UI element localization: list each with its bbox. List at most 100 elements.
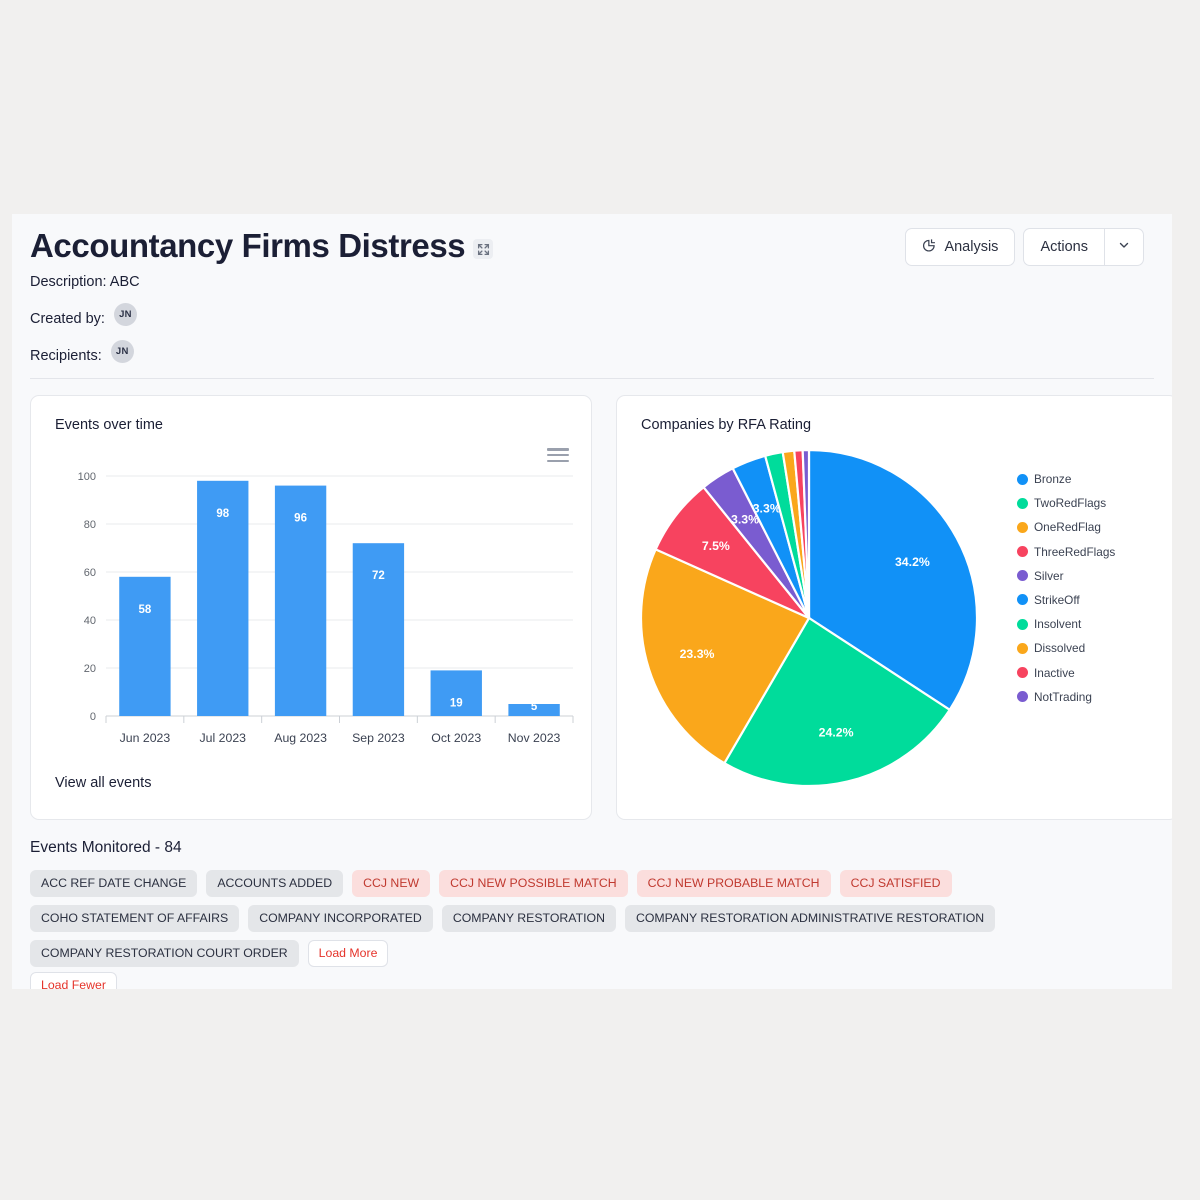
legend-label: Bronze	[1034, 472, 1072, 486]
events-over-time-card: Events over time 0 20 40 60 80 100 58 Jun 2023 9…	[30, 395, 592, 820]
x-axis-label: Aug 2023	[274, 731, 327, 745]
legend-item[interactable]: StrikeOff	[1017, 593, 1115, 607]
legend-label: Insolvent	[1034, 617, 1082, 632]
legend-color-dot	[1017, 618, 1028, 630]
legend-item[interactable]: Bronze	[1017, 472, 1115, 486]
legend-item[interactable]: Dissolved	[1017, 641, 1115, 655]
event-tag[interactable]: ACCOUNTS ADDED	[206, 870, 344, 897]
legend-label: ThreeRedFlags	[1034, 544, 1116, 559]
legend-color-dot	[1017, 594, 1028, 606]
legend-color-dot	[1017, 667, 1028, 678]
event-tag[interactable]: COMPANY RESTORATION	[441, 905, 616, 932]
legend-item[interactable]: Insolvent	[1017, 617, 1115, 631]
event-tag[interactable]: COHO STATEMENT OF AFFAIRS	[30, 905, 240, 932]
legend-color-dot	[1017, 691, 1028, 703]
report-header: Accountancy Firms Distress Description: …	[12, 214, 1172, 365]
y-axis-tick: 60	[84, 567, 96, 579]
bar	[352, 543, 405, 716]
legend-color-dot	[1017, 546, 1028, 558]
chevron-down-icon	[1118, 239, 1130, 255]
legend-label: Silver	[1034, 568, 1064, 583]
y-axis-tick: 80	[84, 519, 96, 531]
events-monitored-section: Events Monitored - 84 ACC REF DATE CHANG…	[30, 839, 1150, 989]
pie-chart-svg: 34.2%24.2%23.3%7.5%3.3%3.3%	[639, 448, 979, 788]
pie-legend: Bronze TwoRedFlags OneRedFlag ThreeRedFlags…	[1017, 472, 1115, 704]
pie-data-label: 34.2%	[895, 555, 930, 569]
event-tag[interactable]: CCJ NEW POSSIBLE MATCH	[439, 870, 628, 897]
tags-footer: Load Fewer	[30, 972, 1150, 989]
event-tag-list: ACC REF DATE CHANGE ACCOUNTS ADDED CCJ NEW…	[30, 870, 1105, 967]
avatar[interactable]: JN	[113, 303, 137, 327]
analysis-button[interactable]: Analysis	[905, 228, 1016, 266]
expand-icon[interactable]	[473, 239, 494, 260]
description-text: Description: ABC	[30, 274, 140, 291]
x-axis-label: Nov 2023	[508, 731, 561, 745]
charts-row: Events over time 0 20 40 60 80 100 58 Jun 2023 9…	[30, 395, 1172, 820]
actions-button[interactable]: Actions	[1023, 228, 1104, 266]
event-tag[interactable]: COMPANY RESTORATION COURT ORDER	[30, 940, 299, 967]
analysis-button-label: Analysis	[944, 239, 999, 255]
y-axis-tick: 0	[90, 711, 96, 723]
legend-item[interactable]: NotTrading	[1017, 690, 1115, 704]
pie-chart-area: 34.2% 24.2% 23.3% 7.5% 3.3% 3.3% Bronze TwoRed…	[617, 434, 1172, 804]
legend-item[interactable]: ThreeRedFlags	[1017, 545, 1115, 559]
actions-dropdown-toggle[interactable]	[1104, 228, 1144, 266]
legend-color-dot	[1017, 473, 1028, 485]
actions-button-label: Actions	[1040, 239, 1088, 255]
hamburger-menu-icon[interactable]	[547, 446, 569, 464]
legend-color-dot	[1017, 642, 1028, 654]
bar-data-label: 5	[531, 701, 538, 713]
header-actions: Analysis Actions	[905, 228, 1144, 266]
events-monitored-title: Events Monitored - 84	[30, 839, 182, 856]
legend-item[interactable]: Inactive	[1017, 666, 1115, 680]
bar-chart-svg: 0 20 40 60 80 100 58 Jun 2023 98 Jul 2023 96 Aug 20…	[78, 471, 574, 745]
legend-label: NotTrading	[1034, 689, 1092, 704]
created-by-label: Created by:	[30, 311, 105, 328]
legend-label: Dissolved	[1034, 641, 1086, 656]
bar-data-label: 72	[372, 570, 385, 582]
y-axis-tick: 100	[78, 471, 96, 483]
created-by-row: Created by: JN	[30, 301, 1140, 328]
load-fewer-button[interactable]: Load Fewer	[30, 972, 117, 989]
event-tag[interactable]: CCJ NEW PROBABLE MATCH	[636, 870, 831, 897]
bar-data-label: 96	[294, 513, 307, 525]
y-axis-tick: 20	[84, 663, 96, 675]
event-tag[interactable]: COMPANY RESTORATION ADMINISTRATIVE RESTO…	[624, 905, 996, 932]
event-tag[interactable]: CCJ SATISFIED	[839, 870, 952, 897]
x-axis-label: Sep 2023	[352, 731, 405, 745]
x-axis-label: Jun 2023	[120, 731, 171, 745]
header-divider	[30, 378, 1154, 379]
event-tag[interactable]: ACC REF DATE CHANGE	[30, 870, 198, 897]
legend-color-dot	[1017, 521, 1028, 533]
legend-label: TwoRedFlags	[1034, 496, 1107, 511]
bar-chart-title: Events over time	[55, 417, 163, 433]
avatar[interactable]: JN	[110, 340, 134, 364]
actions-button-group: Actions	[1023, 228, 1144, 266]
page-title: Accountancy Firms Distress	[30, 227, 466, 264]
bar-data-label: 19	[450, 697, 463, 709]
view-all-events-link[interactable]: View all events	[55, 775, 151, 791]
legend-item[interactable]: OneRedFlag	[1017, 520, 1115, 534]
event-tag[interactable]: COMPANY INCORPORATED	[248, 905, 433, 932]
pie-data-label: 7.5%	[702, 539, 730, 553]
legend-label: Inactive	[1034, 665, 1075, 680]
recipients-label: Recipients:	[30, 348, 102, 365]
pie-chart-title: Companies by RFA Rating	[641, 417, 812, 433]
legend-label: OneRedFlag	[1034, 520, 1101, 535]
load-more-button[interactable]: Load More	[307, 940, 389, 967]
pie-data-label: 24.2%	[819, 725, 854, 739]
bar	[119, 576, 171, 716]
legend-item[interactable]: Silver	[1017, 569, 1115, 583]
y-axis-tick: 40	[84, 615, 96, 627]
report-panel: Accountancy Firms Distress Description: …	[12, 214, 1172, 989]
bar-data-label: 58	[139, 604, 152, 616]
pie-chart-icon	[922, 238, 937, 257]
legend-color-dot	[1017, 570, 1028, 582]
legend-item[interactable]: TwoRedFlags	[1017, 496, 1115, 510]
event-tag[interactable]: CCJ NEW	[352, 870, 431, 897]
pie-data-label: 23.3%	[680, 647, 715, 661]
pie-data-label: 3.3%	[753, 501, 781, 515]
x-axis-label: Oct 2023	[431, 731, 481, 745]
recipients-row: Recipients: JN	[30, 338, 1140, 365]
companies-by-rfa-rating-card: Companies by RFA Rating 34.2% 24.2% 23.3% 7…	[616, 395, 1172, 820]
